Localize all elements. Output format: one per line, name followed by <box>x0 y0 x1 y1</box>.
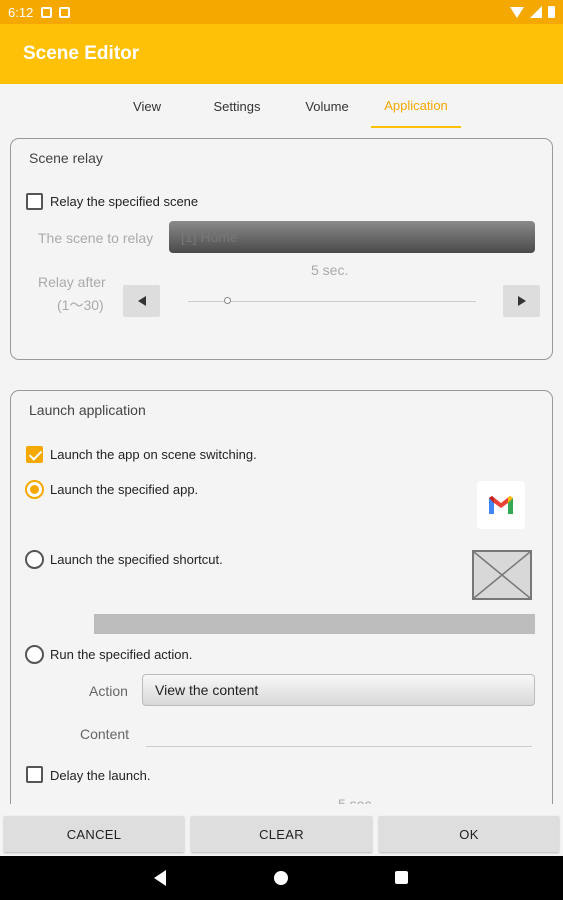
status-bar: 6:12 <box>0 0 563 24</box>
scene-relay-group: Scene relay Relay the specified scene Th… <box>10 138 553 360</box>
wifi-icon <box>510 6 524 18</box>
status-time: 6:12 <box>8 4 34 20</box>
launch-application-group: Launch application Launch the app on sce… <box>10 390 553 804</box>
tab-settings[interactable]: Settings <box>200 84 274 128</box>
app-bar: Scene Editor <box>0 24 563 84</box>
notification-icon-2 <box>59 6 71 18</box>
scene-relay-title: Scene relay <box>29 150 103 166</box>
radio-launch-app-label: Launch the specified app. <box>50 482 199 497</box>
gmail-app-icon[interactable] <box>477 481 525 529</box>
scene-select[interactable]: [1] Home <box>169 221 535 253</box>
relay-after-range: (1〜30) <box>57 297 104 313</box>
increase-button[interactable] <box>503 285 540 317</box>
scene-to-relay-label: The scene to relay <box>38 230 154 246</box>
signal-icon <box>530 6 542 18</box>
delay-checkbox-label: Delay the launch. <box>50 768 151 783</box>
delay-checkbox[interactable] <box>26 766 43 783</box>
bottom-button-bar: CANCEL CLEAR OK <box>0 804 563 856</box>
launch-checkbox[interactable] <box>26 446 43 463</box>
relay-after-label: Relay after <box>38 274 106 290</box>
arrow-right-icon <box>517 296 526 306</box>
relay-slider-thumb[interactable] <box>224 297 231 304</box>
radio-launch-shortcut[interactable] <box>25 550 44 569</box>
content-label: Content <box>80 726 130 742</box>
launch-delay-value: 5 sec. <box>338 796 376 804</box>
back-icon[interactable] <box>154 870 166 886</box>
decrease-button[interactable] <box>123 285 160 317</box>
content-input[interactable] <box>146 746 532 747</box>
radio-launch-shortcut-label: Launch the specified shortcut. <box>50 552 223 567</box>
recent-apps-icon[interactable] <box>395 871 408 884</box>
battery-icon <box>548 6 555 18</box>
relay-delay-value: 5 sec. <box>311 262 349 278</box>
image-placeholder-icon <box>473 551 531 599</box>
tab-application[interactable]: Application <box>371 84 461 128</box>
home-icon[interactable] <box>274 871 288 885</box>
scroll-content[interactable]: Scene relay Relay the specified scene Th… <box>0 128 563 804</box>
page-title: Scene Editor <box>23 43 140 64</box>
action-select-value: View the content <box>155 682 259 698</box>
ok-button[interactable]: OK <box>379 816 559 852</box>
launch-application-title: Launch application <box>29 402 146 418</box>
shortcut-name-bar[interactable] <box>94 614 535 634</box>
scene-select-value: [1] Home <box>181 229 238 245</box>
cancel-button[interactable]: CANCEL <box>4 816 184 852</box>
arrow-left-icon <box>137 296 146 306</box>
launch-checkbox-label: Launch the app on scene switching. <box>50 447 257 462</box>
gmail-logo-icon <box>489 496 513 514</box>
relay-slider-track[interactable] <box>188 301 476 302</box>
relay-checkbox[interactable] <box>26 193 43 210</box>
relay-checkbox-label: Relay the specified scene <box>50 194 199 209</box>
shortcut-image-placeholder[interactable] <box>472 550 532 600</box>
notification-icon <box>41 6 53 18</box>
tab-bar: View Settings Volume Application <box>0 84 563 128</box>
navigation-bar <box>0 856 563 900</box>
tab-view[interactable]: View <box>112 84 182 128</box>
radio-run-action[interactable] <box>25 645 44 664</box>
radio-run-action-label: Run the specified action. <box>50 647 193 662</box>
clear-button[interactable]: CLEAR <box>191 816 372 852</box>
action-select[interactable]: View the content <box>142 674 535 706</box>
action-label: Action <box>89 683 128 699</box>
radio-launch-app[interactable] <box>25 480 44 499</box>
tab-volume[interactable]: Volume <box>291 84 363 128</box>
